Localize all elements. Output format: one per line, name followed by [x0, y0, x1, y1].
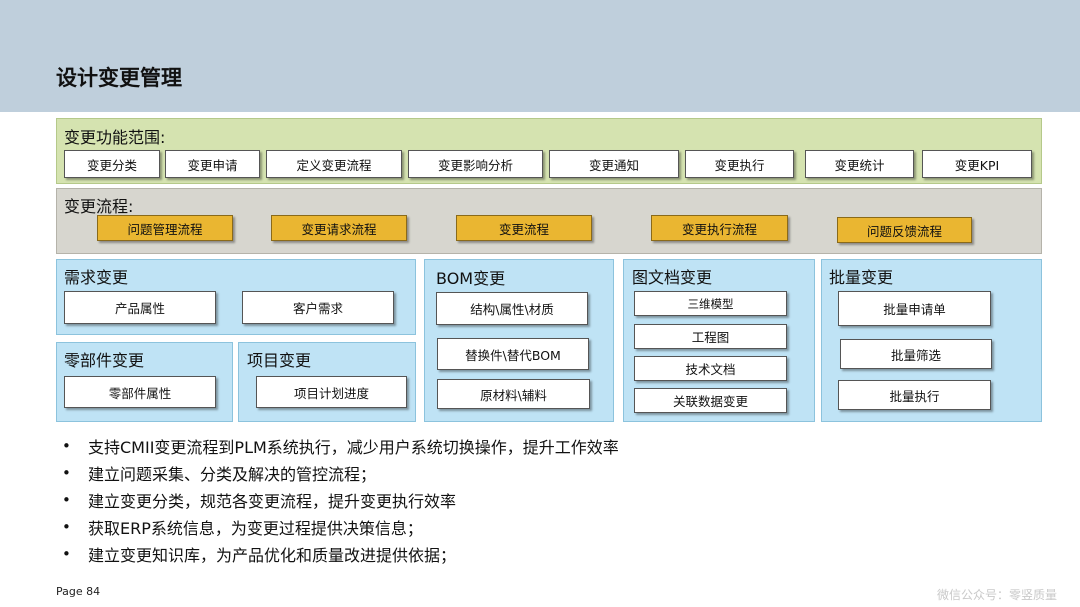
function-box: 变更统计 [805, 150, 914, 178]
function-box: 变更通知 [549, 150, 679, 178]
bullet-item: • 支持CMII变更流程到PLM系统执行，减少用户系统切换操作，提升工作效率 [62, 432, 619, 459]
docs-item: 关联数据变更 [634, 388, 787, 413]
project-change-title: 项目变更 [247, 351, 312, 370]
bullet-text: 建立问题采集、分类及解决的管控流程； [88, 464, 377, 484]
bullet-text: 建立变更知识库，为产品优化和质量改进提供依据； [88, 545, 457, 565]
function-box: 变更分类 [64, 150, 160, 178]
project-item: 项目计划进度 [256, 376, 407, 408]
demand-change-title: 需求变更 [64, 268, 129, 287]
demand-item: 产品属性 [64, 291, 216, 324]
bullet-text: 支持CMII变更流程到PLM系统执行，减少用户系统切换操作，提升工作效率 [88, 437, 619, 457]
bullet-dot: • [62, 517, 71, 536]
process-step: 问题管理流程 [97, 215, 233, 241]
bom-item: 原材料\辅料 [437, 379, 590, 409]
page-title: 设计变更管理 [56, 66, 182, 90]
header-band [0, 0, 1080, 112]
bom-change-title: BOM变更 [436, 269, 506, 288]
docs-change-title: 图文档变更 [632, 268, 713, 287]
function-box: 变更影响分析 [408, 150, 543, 178]
bullet-text: 获取ERP系统信息，为变更过程提供决策信息； [88, 518, 423, 538]
page-number: Page 84 [56, 585, 101, 598]
function-box: 变更申请 [165, 150, 260, 178]
bom-item: 替换件\替代BOM [437, 338, 589, 370]
bullet-dot: • [62, 490, 71, 509]
bullet-dot: • [62, 436, 71, 455]
bullet-list: • 支持CMII变更流程到PLM系统执行，减少用户系统切换操作，提升工作效率 • 建… [62, 432, 619, 567]
functions-label: 变更功能范围: [64, 128, 166, 147]
process-label: 变更流程: [64, 197, 134, 216]
parts-item: 零部件属性 [64, 376, 216, 408]
bullet-dot: • [62, 544, 71, 563]
bullet-dot: • [62, 463, 71, 482]
batch-change-title: 批量变更 [829, 268, 894, 287]
bullet-item: • 建立变更分类，规范各变更流程，提升变更执行效率 [62, 486, 619, 513]
process-step: 变更流程 [456, 215, 592, 241]
docs-item: 技术文档 [634, 356, 787, 381]
bullet-item: • 建立变更知识库，为产品优化和质量改进提供依据； [62, 540, 619, 567]
batch-item: 批量执行 [838, 380, 991, 410]
process-step: 问题反馈流程 [837, 217, 972, 243]
parts-change-title: 零部件变更 [64, 351, 145, 370]
function-box: 变更KPI [922, 150, 1032, 178]
process-step: 变更请求流程 [271, 215, 407, 241]
docs-item: 工程图 [634, 324, 787, 349]
bullet-item: • 获取ERP系统信息，为变更过程提供决策信息； [62, 513, 619, 540]
watermark: 微信公众号：零竖质量 [937, 588, 1058, 602]
bullet-text: 建立变更分类，规范各变更流程，提升变更执行效率 [88, 491, 457, 511]
bullet-item: • 建立问题采集、分类及解决的管控流程； [62, 459, 619, 486]
function-box: 变更执行 [685, 150, 794, 178]
bom-item: 结构\属性\材质 [436, 292, 588, 325]
process-step: 变更执行流程 [651, 215, 788, 241]
function-box: 定义变更流程 [266, 150, 402, 178]
docs-item: 三维模型 [634, 291, 787, 316]
batch-item: 批量筛选 [840, 339, 992, 369]
batch-item: 批量申请单 [838, 291, 991, 326]
demand-item: 客户需求 [242, 291, 394, 324]
